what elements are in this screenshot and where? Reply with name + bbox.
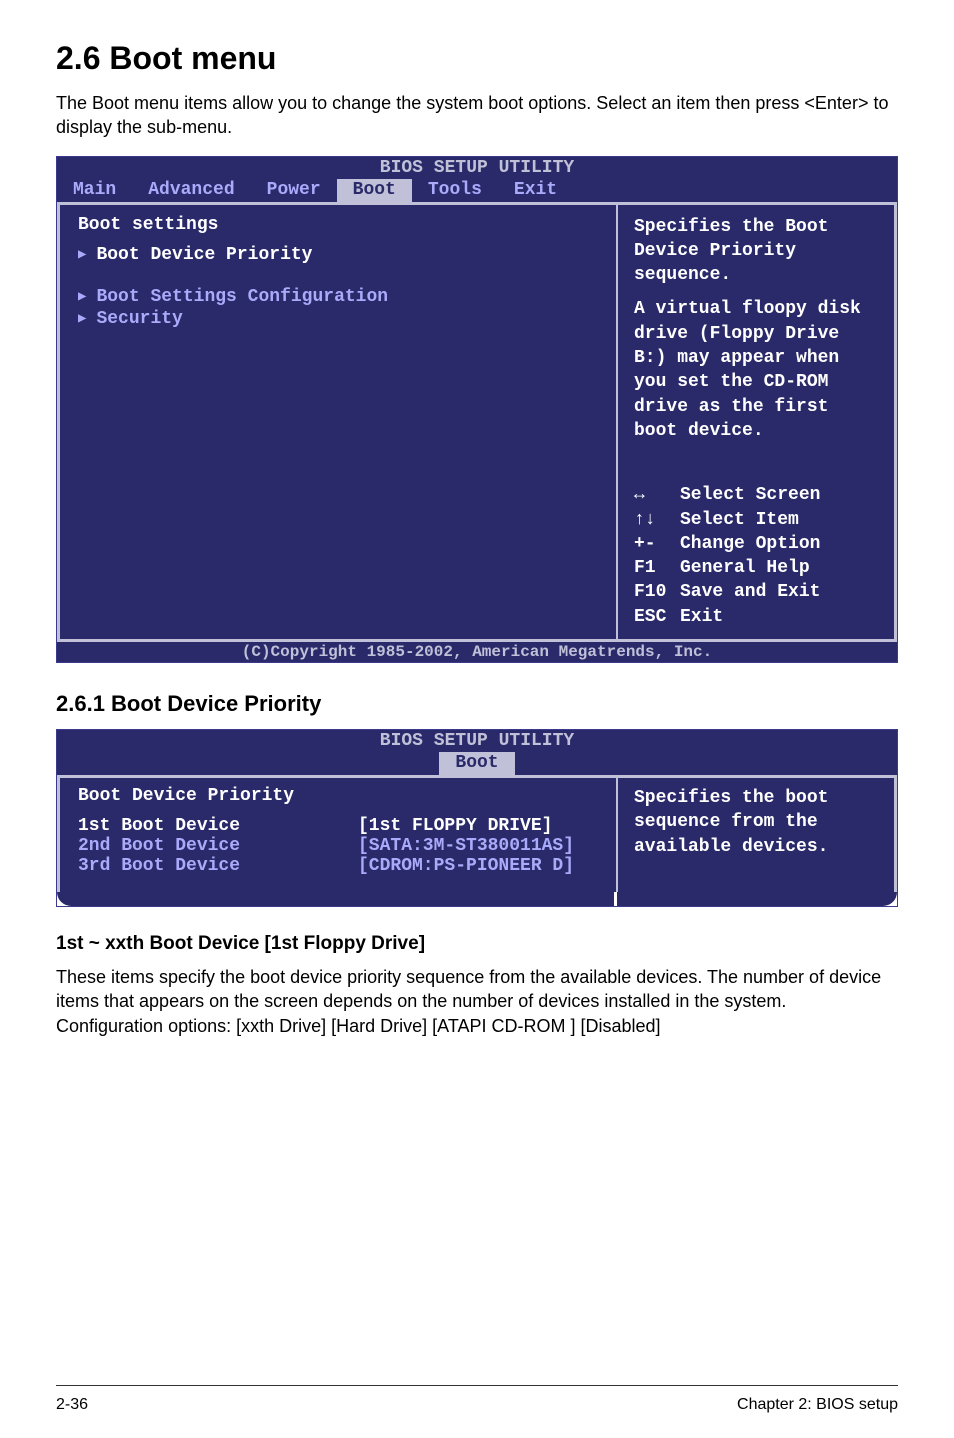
subsection-title: 2.6.1 Boot Device Priority xyxy=(56,691,898,717)
bios-tabs: Boot xyxy=(57,752,897,775)
boot-device-value: [SATA:3M-ST380011AS] xyxy=(358,836,574,856)
menu-item-label: Boot Device Priority xyxy=(96,245,312,265)
menu-boot-settings-config[interactable]: ▶ Boot Settings Configuration xyxy=(78,287,598,307)
tab-advanced[interactable]: Advanced xyxy=(132,179,250,202)
bios-left-panel: Boot settings ▶ Boot Device Priority ▶ B… xyxy=(57,202,617,642)
menu-item-label: Boot Settings Configuration xyxy=(96,287,388,307)
tab-boot[interactable]: Boot xyxy=(439,752,514,775)
key-action: Select Item xyxy=(680,508,799,532)
tab-exit[interactable]: Exit xyxy=(498,179,573,202)
key-symbol: ↑↓ xyxy=(634,508,680,532)
key-action: General Help xyxy=(680,556,810,580)
tab-main[interactable]: Main xyxy=(57,179,132,202)
key-symbol: F10 xyxy=(634,580,680,604)
key-action: Exit xyxy=(680,605,723,629)
submenu-arrow-icon: ▶ xyxy=(78,288,86,305)
page-number: 2-36 xyxy=(56,1396,88,1414)
tab-tools[interactable]: Tools xyxy=(412,179,498,202)
boot-device-name: 1st Boot Device xyxy=(78,816,358,836)
key-symbol: ESC xyxy=(634,605,680,629)
boot-device-row-1[interactable]: 1st Boot Device [1st FLOPPY DRIVE] xyxy=(78,816,598,836)
boot-device-name: 3rd Boot Device xyxy=(78,856,358,876)
boot-device-row-3[interactable]: 3rd Boot Device [CDROM:PS-PIONEER D] xyxy=(78,856,598,876)
bios-help-text: Specifies the boot sequence from the ava… xyxy=(634,786,878,859)
bios-header: BIOS SETUP UTILITY xyxy=(57,157,897,179)
bios-key-legend: ↔Select Screen ↑↓Select Item +-Change Op… xyxy=(634,483,878,629)
bios-group-title: Boot settings xyxy=(78,215,598,235)
bios-help-text-2: A virtual floopy disk drive (Floppy Driv… xyxy=(634,297,878,443)
bios-help-text-1: Specifies the Boot Device Priority seque… xyxy=(634,215,878,288)
bios-group-title: Boot Device Priority xyxy=(78,786,598,806)
bios-tabs: Main Advanced Power Boot Tools Exit xyxy=(57,179,897,202)
key-symbol: F1 xyxy=(634,556,680,580)
section-title: 2.6 Boot menu xyxy=(56,40,898,77)
key-symbol: ↔ xyxy=(634,483,680,507)
chapter-label: Chapter 2: BIOS setup xyxy=(737,1396,898,1414)
bios-help-panel: Specifies the Boot Device Priority seque… xyxy=(617,202,897,642)
key-action: Select Screen xyxy=(680,483,820,507)
submenu-arrow-icon: ▶ xyxy=(78,246,86,263)
menu-boot-device-priority[interactable]: ▶ Boot Device Priority xyxy=(78,245,598,265)
tab-boot[interactable]: Boot xyxy=(337,179,412,202)
boot-device-row-2[interactable]: 2nd Boot Device [SATA:3M-ST380011AS] xyxy=(78,836,598,856)
page-footer: 2-36 Chapter 2: BIOS setup xyxy=(56,1385,898,1414)
bios-screenshot-boot-priority: BIOS SETUP UTILITY Boot Boot Device Prio… xyxy=(56,729,898,907)
param-description: These items specify the boot device prio… xyxy=(56,965,898,1038)
bios-header: BIOS SETUP UTILITY xyxy=(57,730,897,752)
section-description: The Boot menu items allow you to change … xyxy=(56,91,898,140)
boot-device-name: 2nd Boot Device xyxy=(78,836,358,856)
menu-item-label: Security xyxy=(96,309,182,329)
tab-power[interactable]: Power xyxy=(251,179,337,202)
key-action: Change Option xyxy=(680,532,820,556)
bios-screenshot-boot-menu: BIOS SETUP UTILITY Main Advanced Power B… xyxy=(56,156,898,663)
bios-help-panel: Specifies the boot sequence from the ava… xyxy=(617,775,897,892)
boot-device-value: [1st FLOPPY DRIVE] xyxy=(358,816,552,836)
key-symbol: +- xyxy=(634,532,680,556)
bios-left-panel: Boot Device Priority 1st Boot Device [1s… xyxy=(57,775,617,892)
boot-device-value: [CDROM:PS-PIONEER D] xyxy=(358,856,574,876)
bios-bottom-edge xyxy=(57,892,897,906)
submenu-arrow-icon: ▶ xyxy=(78,310,86,327)
bios-copyright: (C)Copyright 1985-2002, American Megatre… xyxy=(57,642,897,662)
key-action: Save and Exit xyxy=(680,580,820,604)
param-heading: 1st ~ xxth Boot Device [1st Floppy Drive… xyxy=(56,933,898,955)
menu-security[interactable]: ▶ Security xyxy=(78,309,598,329)
